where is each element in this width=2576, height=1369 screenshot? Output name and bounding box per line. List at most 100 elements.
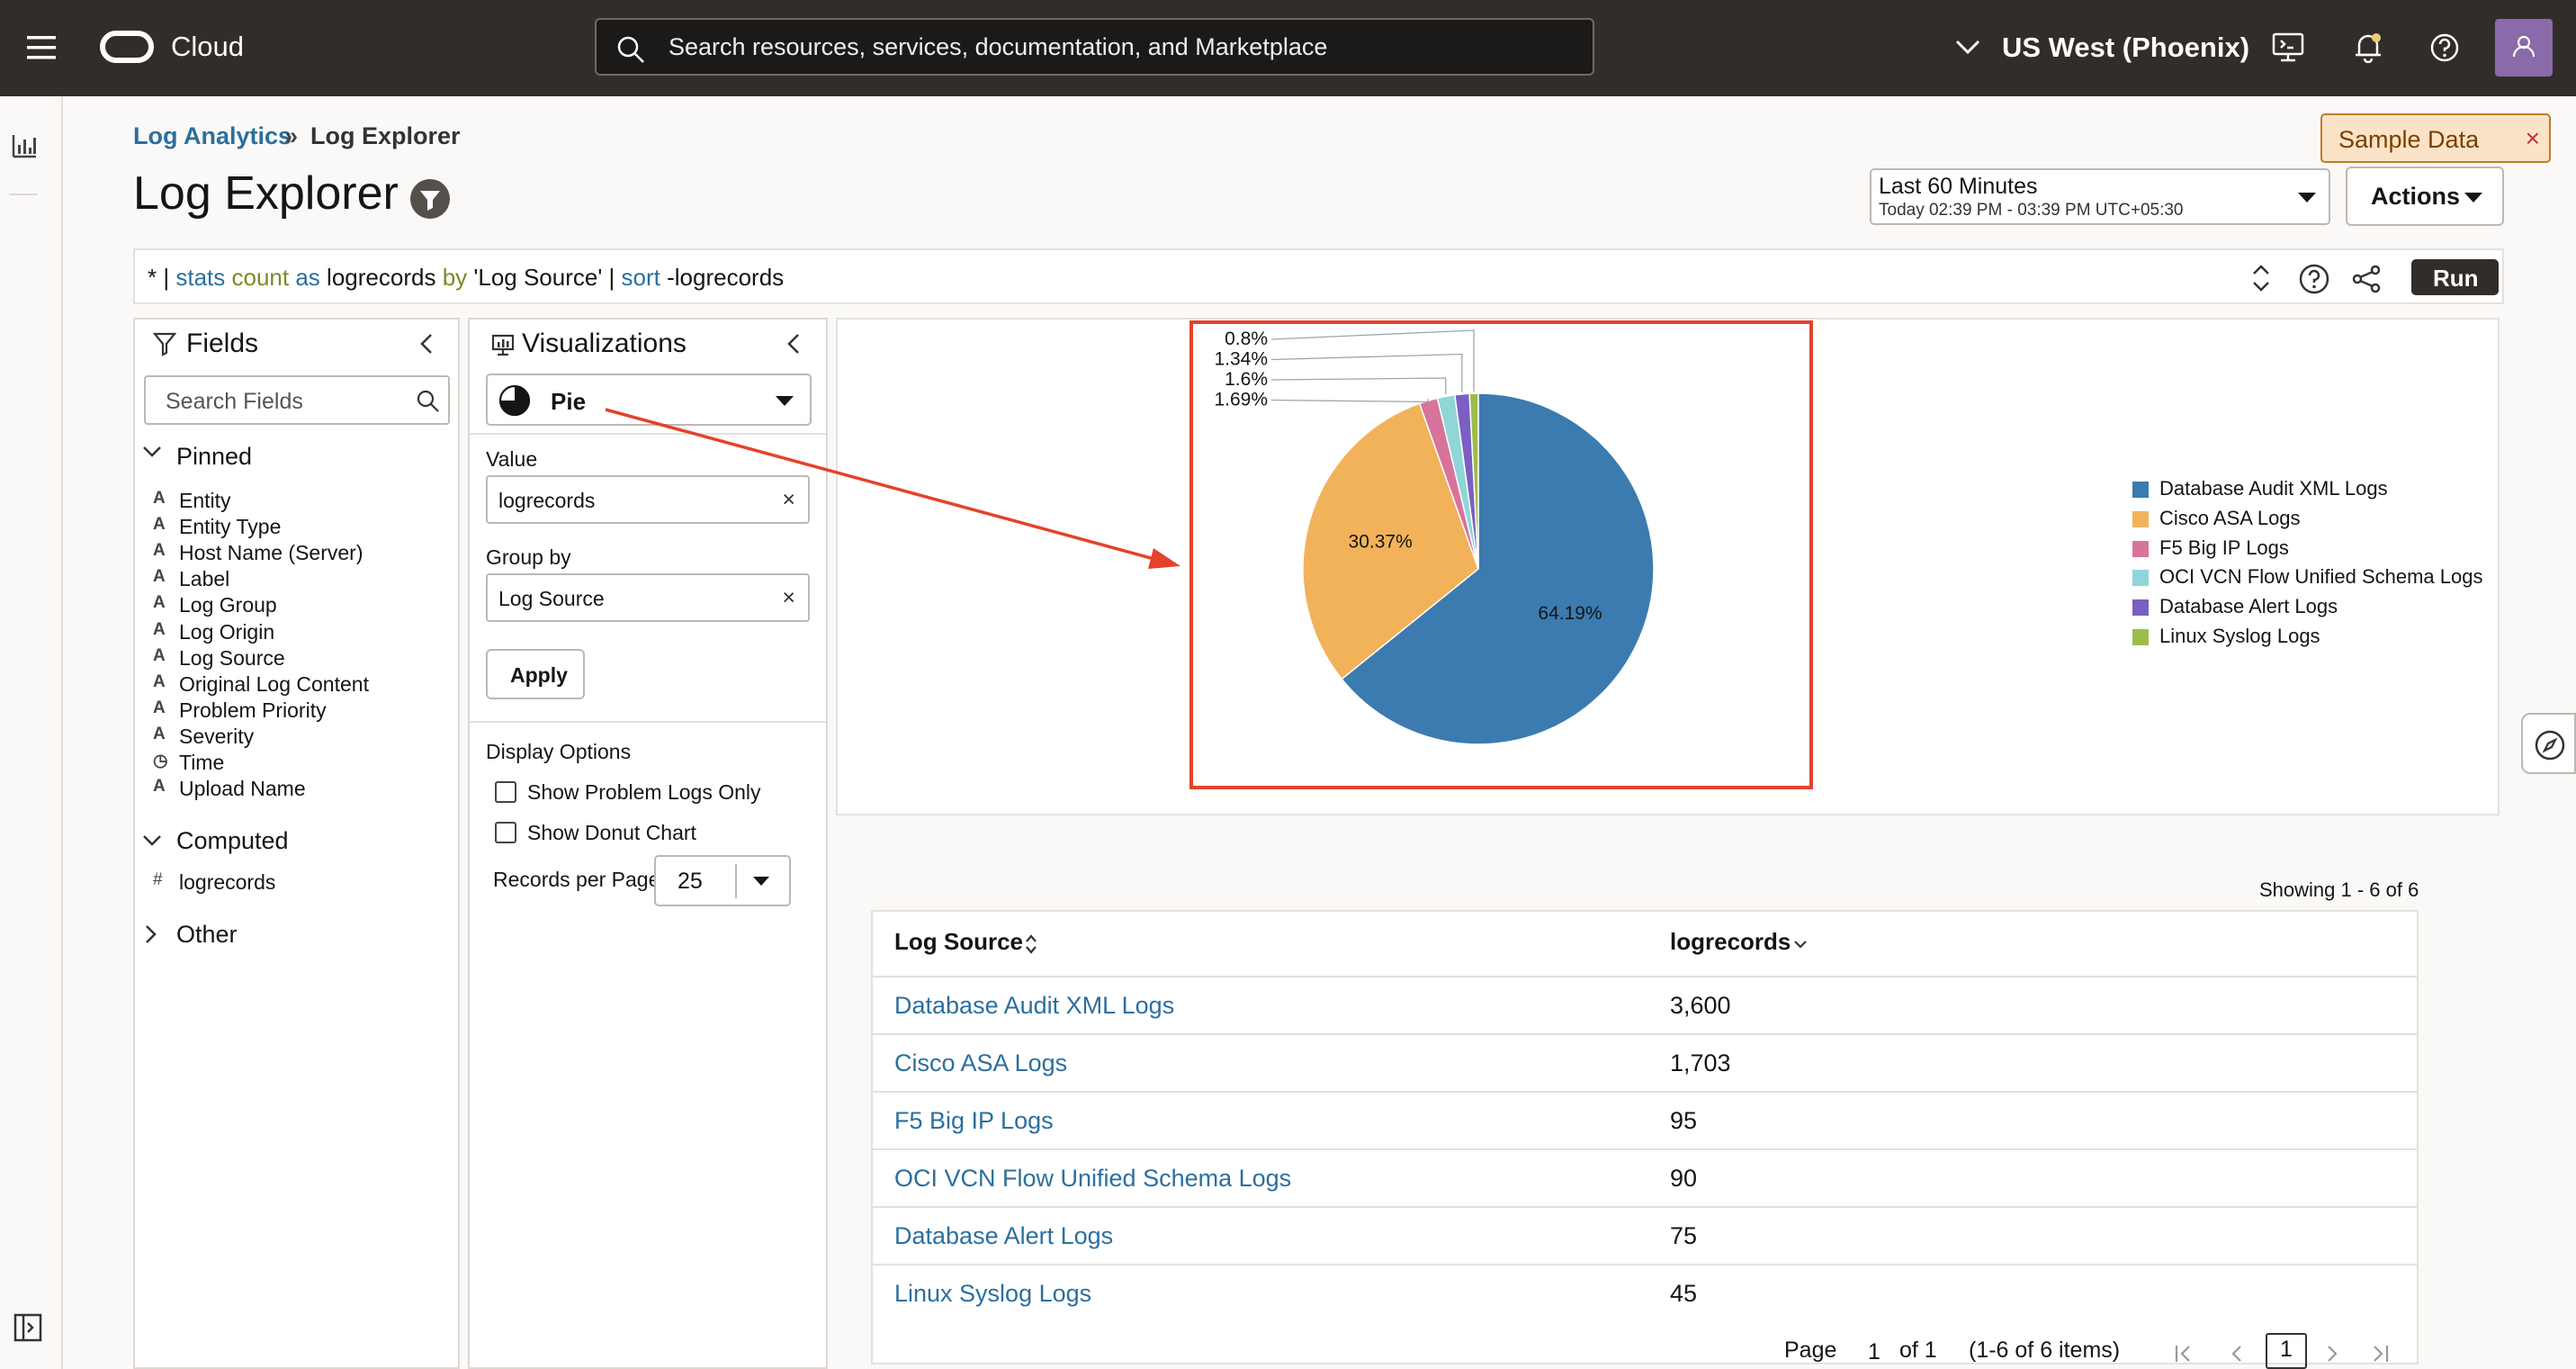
share-icon[interactable] — [2351, 265, 2382, 293]
log-source-link[interactable]: Linux Syslog Logs — [894, 1280, 1091, 1308]
pinned-section-label[interactable]: Pinned — [176, 443, 252, 471]
records-chevron-down-icon — [753, 877, 769, 886]
run-button[interactable]: Run — [2411, 259, 2499, 295]
previous-page-icon[interactable] — [2230, 1344, 2244, 1364]
group-by-field-chip[interactable]: Log Source × — [486, 573, 810, 622]
field-label: Original Log Content — [179, 671, 369, 696]
field-type-icon: A — [153, 698, 166, 717]
value-field-chip[interactable]: logrecords × — [486, 475, 810, 524]
logrecords-value: 1,703 — [1670, 1049, 1731, 1076]
logrecords-value: 3,600 — [1670, 992, 1731, 1019]
expand-query-icon[interactable] — [2251, 263, 2271, 293]
time-range-selector[interactable]: Last 60 Minutes Today 02:39 PM - 03:39 P… — [1870, 168, 2330, 225]
analytics-chart-icon[interactable] — [11, 132, 38, 159]
legend-label: F5 Big IP Logs — [2159, 536, 2289, 559]
remove-value-close-icon[interactable]: × — [782, 487, 795, 513]
oracle-logo-icon[interactable] — [100, 31, 154, 63]
last-page-icon[interactable] — [2370, 1344, 2390, 1364]
query-field: 'Log Source' — [473, 264, 603, 291]
logrecords-value: 45 — [1670, 1280, 1698, 1307]
field-type-icon: A — [153, 724, 166, 743]
records-divider — [735, 864, 737, 898]
logrecords-value: 75 — [1670, 1222, 1698, 1249]
sort-descending-icon[interactable] — [1792, 939, 1809, 950]
query-help-icon[interactable] — [2298, 263, 2330, 295]
expand-sidebar-icon[interactable] — [13, 1313, 42, 1342]
log-source-link[interactable]: Database Alert Logs — [894, 1222, 1113, 1250]
notifications-bell-icon[interactable] — [2353, 31, 2383, 63]
query-text[interactable]: * | stats count as logrecords by 'Log So… — [148, 264, 784, 292]
filter-funnel-icon[interactable] — [409, 178, 451, 220]
column-header-log-source[interactable]: Log Source — [894, 928, 1023, 956]
query-count-function: count — [231, 264, 290, 291]
current-page-number: 1 — [2280, 1337, 2293, 1362]
pinned-section-toggle[interactable] — [142, 446, 162, 458]
log-source-link[interactable]: Cisco ASA Logs — [894, 1049, 1067, 1077]
field-label: Entity Type — [179, 515, 282, 539]
log-source-link[interactable]: F5 Big IP Logs — [894, 1107, 1054, 1135]
breadcrumb-log-analytics[interactable]: Log Analytics — [133, 122, 292, 150]
next-page-icon[interactable] — [2325, 1344, 2339, 1364]
help-icon[interactable] — [2429, 32, 2460, 63]
field-label: Severity — [179, 724, 255, 748]
query-stats-keyword: stats — [175, 264, 226, 291]
query-editor[interactable]: * | stats count as logrecords by 'Log So… — [133, 248, 2504, 304]
field-label: Log Origin — [179, 619, 275, 644]
global-search-input[interactable]: Search resources, services, documentatio… — [595, 18, 1594, 76]
cloud-shell-icon[interactable] — [2272, 32, 2304, 63]
show-problem-logs-label[interactable]: Show Problem Logs Only — [527, 780, 761, 805]
collapse-fields-chevron-left-icon[interactable] — [419, 332, 434, 356]
apply-button[interactable]: Apply — [486, 649, 585, 699]
visualization-monitor-icon — [491, 334, 515, 357]
fields-search-icon — [417, 390, 439, 412]
field-label: Label — [179, 567, 230, 591]
field-label: Host Name (Server) — [179, 541, 364, 565]
compass-icon — [2535, 730, 2565, 761]
computed-section-toggle[interactable] — [142, 834, 162, 847]
region-selector[interactable]: US West (Phoenix) — [2002, 32, 2249, 64]
first-page-icon[interactable] — [2174, 1344, 2194, 1364]
visualizations-title: Visualizations — [522, 329, 687, 358]
query-as-keyword: as — [295, 264, 320, 291]
legend-label: Linux Syslog Logs — [2159, 625, 2320, 647]
field-label: Upload Name — [179, 777, 306, 801]
show-donut-chart-checkbox[interactable] — [495, 822, 516, 843]
hamburger-menu-icon[interactable] — [27, 36, 56, 59]
sort-both-icon[interactable] — [1024, 932, 1038, 956]
records-per-page-select[interactable]: 25 — [654, 855, 791, 906]
pager-page-input[interactable]: 1 — [1868, 1339, 1880, 1365]
time-range-detail: Today 02:39 PM - 03:39 PM UTC+05:30 — [1879, 201, 2184, 220]
computed-section-label[interactable]: Computed — [176, 827, 289, 855]
user-avatar[interactable] — [2495, 19, 2553, 77]
query-sort-expression: -logrecords — [667, 264, 785, 291]
field-type-icon: A — [153, 489, 166, 508]
visualization-type-select[interactable]: Pie — [486, 374, 812, 426]
legend-label: Database Audit XML Logs — [2159, 477, 2388, 500]
show-donut-chart-label[interactable]: Show Donut Chart — [527, 821, 696, 845]
pager-page-label: Page — [1784, 1337, 1837, 1363]
records-per-page-label: Records per Page — [493, 868, 660, 891]
group-by-label: Group by — [486, 545, 571, 569]
compass-navigator-button[interactable] — [2521, 713, 2576, 774]
other-section-toggle[interactable] — [145, 924, 157, 944]
top-bar: Cloud Search resources, services, docume… — [0, 0, 2576, 96]
column-header-logrecords[interactable]: logrecords — [1670, 928, 1791, 956]
current-page-button[interactable]: 1 — [2266, 1333, 2307, 1369]
collapse-visualizations-chevron-left-icon[interactable] — [786, 332, 801, 356]
logrecords-value: 95 — [1670, 1107, 1698, 1134]
actions-menu-button[interactable]: Actions — [2346, 167, 2504, 226]
log-source-link[interactable]: OCI VCN Flow Unified Schema Logs — [894, 1165, 1291, 1193]
sample-data-close-icon[interactable]: × — [2526, 124, 2540, 153]
table-row: OCI VCN Flow Unified Schema Logs 90 — [873, 1148, 2417, 1206]
remove-group-by-close-icon[interactable]: × — [782, 585, 795, 611]
fields-search-placeholder: Search Fields — [166, 389, 303, 414]
fields-search-input[interactable]: Search Fields — [144, 375, 450, 425]
other-section-label[interactable]: Other — [176, 921, 238, 949]
app-name[interactable]: Cloud — [171, 31, 244, 63]
visualization-type-label: Pie — [551, 388, 587, 415]
show-problem-logs-checkbox[interactable] — [495, 781, 516, 803]
region-chevron-down-icon[interactable] — [1954, 38, 1981, 58]
fields-title: Fields — [186, 329, 259, 358]
chart-highlight-box — [1189, 320, 1813, 789]
log-source-link[interactable]: Database Audit XML Logs — [894, 992, 1174, 1020]
